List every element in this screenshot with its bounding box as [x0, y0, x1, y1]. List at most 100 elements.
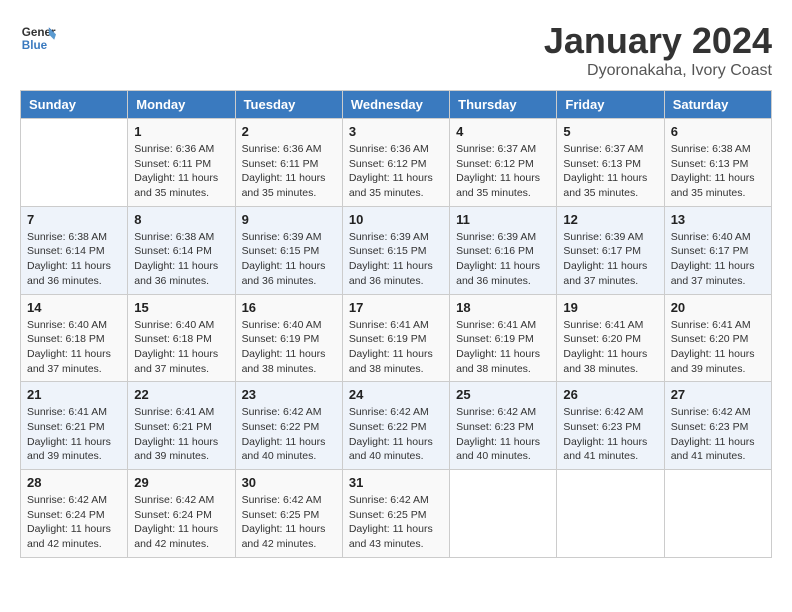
day-info: Sunrise: 6:36 AMSunset: 6:12 PMDaylight:… [349, 142, 443, 201]
day-info: Sunrise: 6:41 AMSunset: 6:21 PMDaylight:… [27, 405, 121, 464]
day-info: Sunrise: 6:42 AMSunset: 6:25 PMDaylight:… [349, 493, 443, 552]
day-cell: 26 Sunrise: 6:42 AMSunset: 6:23 PMDayligh… [557, 382, 664, 470]
week-row-3: 14 Sunrise: 6:40 AMSunset: 6:18 PMDayligh… [21, 294, 772, 382]
day-cell: 19Sunrise: 6:41 AMSunset: 6:20 PMDayligh… [557, 294, 664, 382]
day-cell: 23 Sunrise: 6:42 AMSunset: 6:22 PMDayligh… [235, 382, 342, 470]
day-cell: 2 Sunrise: 6:36 AMSunset: 6:11 PMDaylight… [235, 119, 342, 207]
day-info: Sunrise: 6:41 AMSunset: 6:20 PMDaylight:… [671, 318, 765, 377]
day-cell [21, 119, 128, 207]
day-info: Sunrise: 6:37 AMSunset: 6:13 PMDaylight:… [563, 142, 657, 201]
day-info: Sunrise: 6:42 AMSunset: 6:23 PMDaylight:… [563, 405, 657, 464]
week-row-5: 28 Sunrise: 6:42 AMSunset: 6:24 PMDayligh… [21, 470, 772, 558]
day-info: Sunrise: 6:38 AMSunset: 6:13 PMDaylight:… [671, 142, 765, 201]
day-number: 15 [134, 300, 228, 315]
day-cell: 11Sunrise: 6:39 AMSunset: 6:16 PMDayligh… [450, 206, 557, 294]
day-info: Sunrise: 6:39 AMSunset: 6:15 PMDaylight:… [242, 230, 336, 289]
day-cell: 10 Sunrise: 6:39 AMSunset: 6:15 PMDayligh… [342, 206, 449, 294]
day-info: Sunrise: 6:42 AMSunset: 6:23 PMDaylight:… [671, 405, 765, 464]
day-cell: 28 Sunrise: 6:42 AMSunset: 6:24 PMDayligh… [21, 470, 128, 558]
day-cell: 15 Sunrise: 6:40 AMSunset: 6:18 PMDayligh… [128, 294, 235, 382]
logo: General Blue [20, 20, 56, 56]
day-info: Sunrise: 6:39 AMSunset: 6:17 PMDaylight:… [563, 230, 657, 289]
day-number: 5 [563, 124, 657, 139]
day-info: Sunrise: 6:42 AMSunset: 6:24 PMDaylight:… [27, 493, 121, 552]
header-day-sunday: Sunday [21, 91, 128, 119]
day-cell [557, 470, 664, 558]
day-number: 8 [134, 212, 228, 227]
day-number: 29 [134, 475, 228, 490]
day-info: Sunrise: 6:38 AMSunset: 6:14 PMDaylight:… [134, 230, 228, 289]
day-number: 28 [27, 475, 121, 490]
header-day-wednesday: Wednesday [342, 91, 449, 119]
day-cell: 16 Sunrise: 6:40 AMSunset: 6:19 PMDayligh… [235, 294, 342, 382]
day-info: Sunrise: 6:41 AMSunset: 6:19 PMDaylight:… [349, 318, 443, 377]
week-row-1: 1Sunrise: 6:36 AMSunset: 6:11 PMDaylight… [21, 119, 772, 207]
day-cell: 4Sunrise: 6:37 AMSunset: 6:12 PMDaylight… [450, 119, 557, 207]
day-cell: 1Sunrise: 6:36 AMSunset: 6:11 PMDaylight… [128, 119, 235, 207]
day-info: Sunrise: 6:40 AMSunset: 6:17 PMDaylight:… [671, 230, 765, 289]
day-number: 21 [27, 387, 121, 402]
day-cell: 12 Sunrise: 6:39 AMSunset: 6:17 PMDayligh… [557, 206, 664, 294]
day-number: 31 [349, 475, 443, 490]
day-info: Sunrise: 6:36 AMSunset: 6:11 PMDaylight:… [242, 142, 336, 201]
day-number: 25 [456, 387, 550, 402]
location-subtitle: Dyoronakaha, Ivory Coast [544, 62, 772, 80]
day-cell: 7Sunrise: 6:38 AMSunset: 6:14 PMDaylight… [21, 206, 128, 294]
calendar-header-row: SundayMondayTuesdayWednesdayThursdayFrid… [21, 91, 772, 119]
day-info: Sunrise: 6:39 AMSunset: 6:15 PMDaylight:… [349, 230, 443, 289]
day-cell: 24Sunrise: 6:42 AMSunset: 6:22 PMDayligh… [342, 382, 449, 470]
week-row-2: 7 Sunrise: 6:38 AMSunset: 6:14 PMDaylight… [21, 206, 772, 294]
day-cell: 6 Sunrise: 6:38 AMSunset: 6:13 PMDaylight… [664, 119, 771, 207]
day-number: 26 [563, 387, 657, 402]
day-cell: 30Sunrise: 6:42 AMSunset: 6:25 PMDayligh… [235, 470, 342, 558]
day-number: 4 [456, 124, 550, 139]
month-title: January 2024 [544, 20, 772, 62]
day-cell: 18Sunrise: 6:41 AMSunset: 6:19 PMDayligh… [450, 294, 557, 382]
day-info: Sunrise: 6:42 AMSunset: 6:24 PMDaylight:… [134, 493, 228, 552]
day-info: Sunrise: 6:42 AMSunset: 6:22 PMDaylight:… [242, 405, 336, 464]
day-info: Sunrise: 6:39 AMSunset: 6:16 PMDaylight:… [456, 230, 550, 289]
day-number: 3 [349, 124, 443, 139]
day-cell: 5 Sunrise: 6:37 AMSunset: 6:13 PMDaylight… [557, 119, 664, 207]
header: General Blue January 2024 Dyoronakaha, I… [20, 20, 772, 80]
day-number: 16 [242, 300, 336, 315]
day-cell: 8 Sunrise: 6:38 AMSunset: 6:14 PMDaylight… [128, 206, 235, 294]
logo-icon: General Blue [20, 20, 56, 56]
day-number: 22 [134, 387, 228, 402]
day-cell: 20 Sunrise: 6:41 AMSunset: 6:20 PMDayligh… [664, 294, 771, 382]
day-cell: 3 Sunrise: 6:36 AMSunset: 6:12 PMDaylight… [342, 119, 449, 207]
header-day-friday: Friday [557, 91, 664, 119]
day-info: Sunrise: 6:42 AMSunset: 6:23 PMDaylight:… [456, 405, 550, 464]
day-number: 19 [563, 300, 657, 315]
calendar-table: SundayMondayTuesdayWednesdayThursdayFrid… [20, 90, 772, 558]
day-number: 14 [27, 300, 121, 315]
day-cell: 25 Sunrise: 6:42 AMSunset: 6:23 PMDayligh… [450, 382, 557, 470]
header-day-thursday: Thursday [450, 91, 557, 119]
day-info: Sunrise: 6:40 AMSunset: 6:19 PMDaylight:… [242, 318, 336, 377]
day-info: Sunrise: 6:41 AMSunset: 6:19 PMDaylight:… [456, 318, 550, 377]
day-info: Sunrise: 6:40 AMSunset: 6:18 PMDaylight:… [134, 318, 228, 377]
day-number: 10 [349, 212, 443, 227]
day-number: 23 [242, 387, 336, 402]
day-cell: 14 Sunrise: 6:40 AMSunset: 6:18 PMDayligh… [21, 294, 128, 382]
day-number: 30 [242, 475, 336, 490]
day-number: 2 [242, 124, 336, 139]
day-info: Sunrise: 6:36 AMSunset: 6:11 PMDaylight:… [134, 142, 228, 201]
day-cell: 21 Sunrise: 6:41 AMSunset: 6:21 PMDayligh… [21, 382, 128, 470]
day-number: 12 [563, 212, 657, 227]
header-day-saturday: Saturday [664, 91, 771, 119]
day-cell: 27 Sunrise: 6:42 AMSunset: 6:23 PMDayligh… [664, 382, 771, 470]
day-number: 24 [349, 387, 443, 402]
day-info: Sunrise: 6:40 AMSunset: 6:18 PMDaylight:… [27, 318, 121, 377]
header-day-monday: Monday [128, 91, 235, 119]
day-number: 13 [671, 212, 765, 227]
day-info: Sunrise: 6:41 AMSunset: 6:21 PMDaylight:… [134, 405, 228, 464]
day-number: 17 [349, 300, 443, 315]
day-number: 20 [671, 300, 765, 315]
day-cell [450, 470, 557, 558]
day-number: 6 [671, 124, 765, 139]
day-cell: 22 Sunrise: 6:41 AMSunset: 6:21 PMDayligh… [128, 382, 235, 470]
day-number: 27 [671, 387, 765, 402]
day-number: 7 [27, 212, 121, 227]
day-cell: 29 Sunrise: 6:42 AMSunset: 6:24 PMDayligh… [128, 470, 235, 558]
